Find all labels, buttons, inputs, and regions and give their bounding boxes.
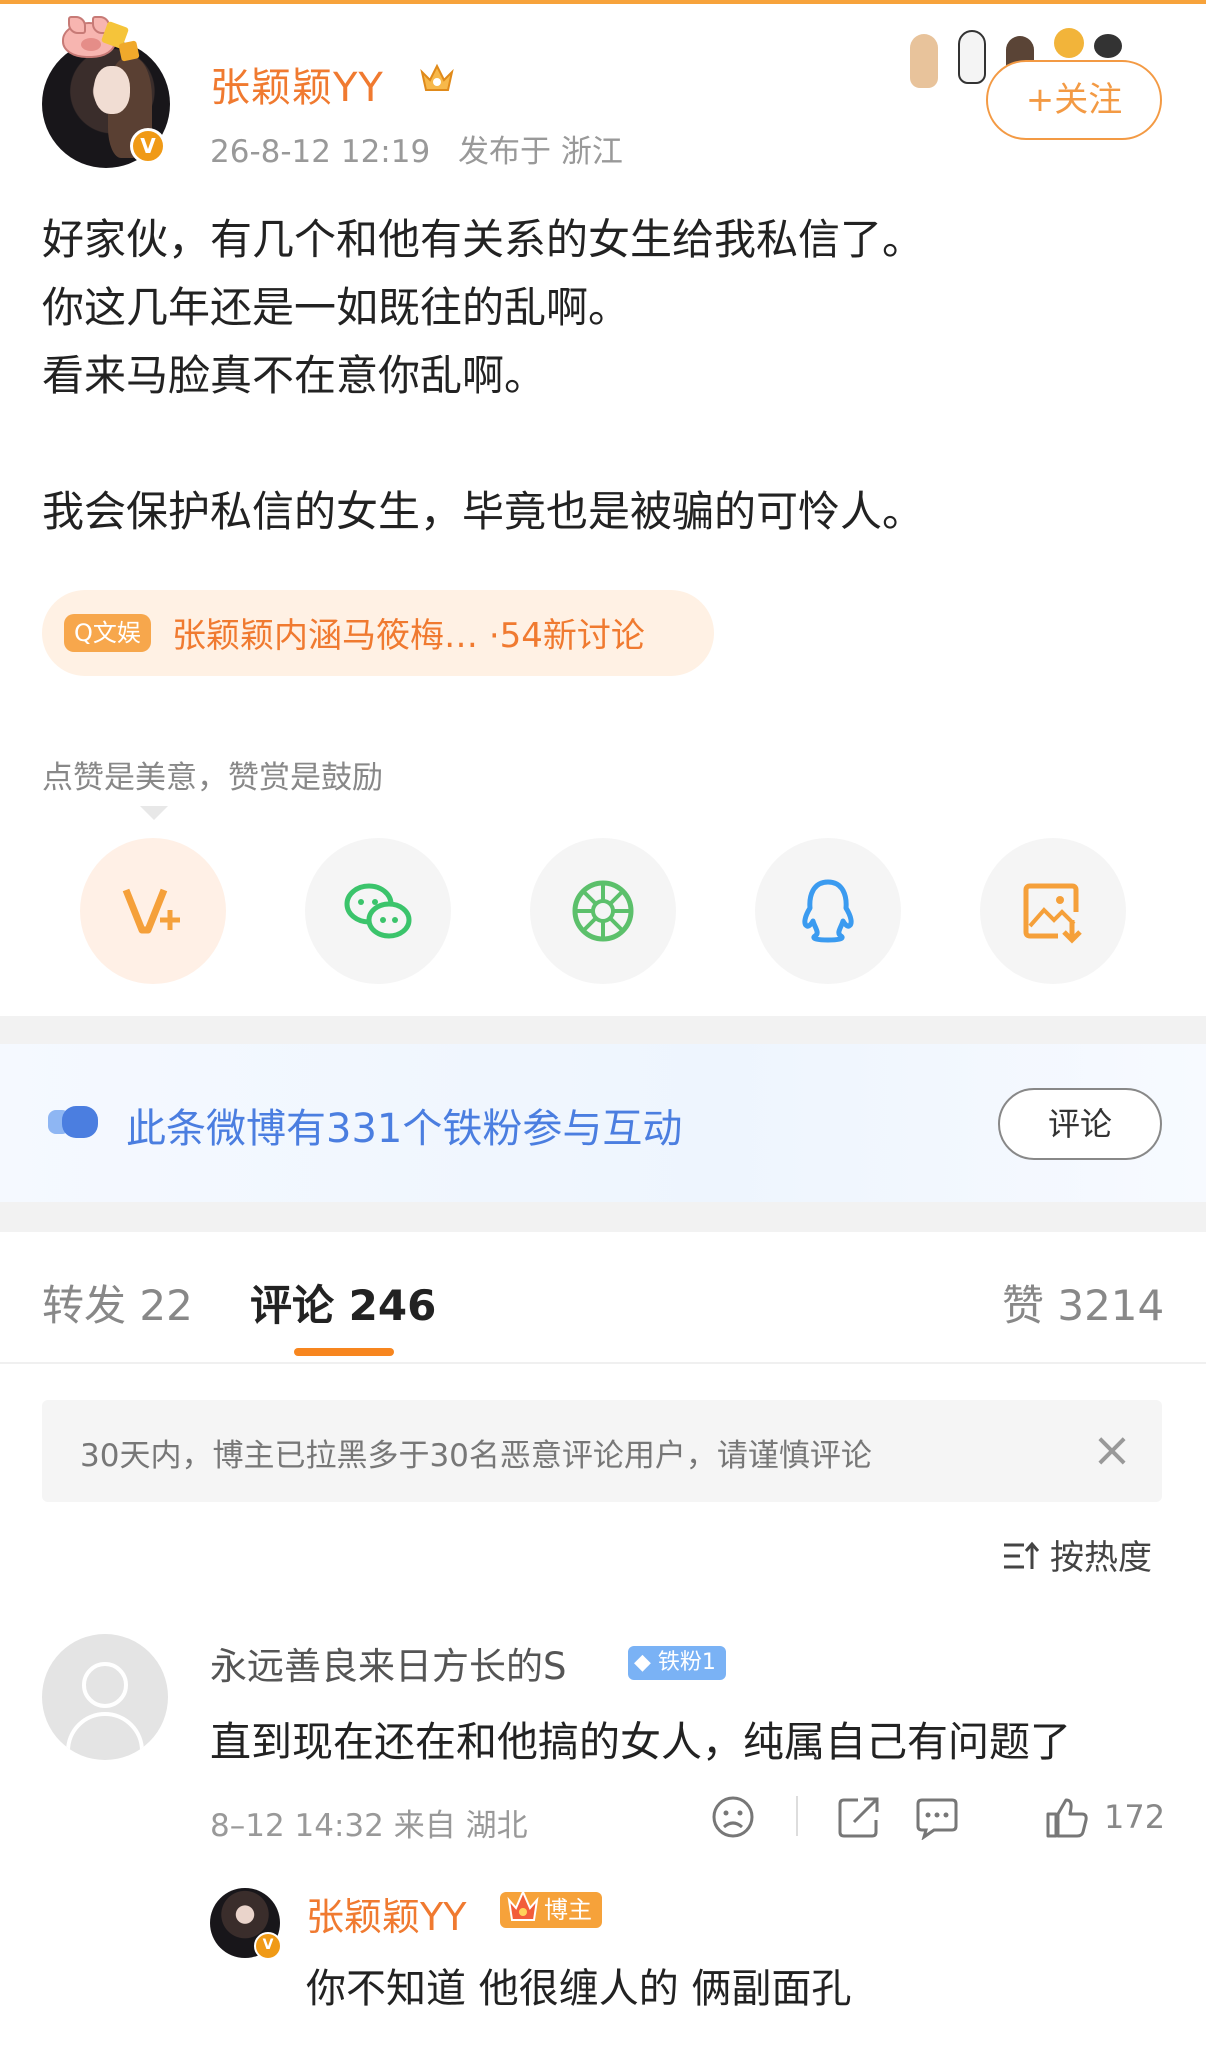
sort-label: 按热度 bbox=[1050, 1538, 1152, 1578]
comment-meta: 8–12 14:32 来自 湖北 bbox=[210, 1808, 528, 1844]
post-line: 你这几年还是一如既往的乱啊。 bbox=[42, 283, 631, 332]
like-thumb-icon[interactable] bbox=[1044, 1794, 1090, 1840]
post-line: 看来马脸真不在意你乱啊。 bbox=[42, 351, 547, 400]
commenter-avatar[interactable] bbox=[42, 1634, 168, 1760]
share-wechat-button[interactable] bbox=[305, 838, 451, 984]
reply-author-name[interactable]: 张颖颖YY bbox=[306, 1886, 466, 1941]
host-badge: 博主 bbox=[500, 1889, 602, 1928]
verified-v-icon: V bbox=[254, 1932, 282, 1960]
topic-title: 张颖颖内涵马筱梅… bbox=[172, 616, 478, 656]
reward-tip: 点赞是美意，赞赏是鼓励 bbox=[42, 760, 383, 796]
top-accent-line bbox=[0, 0, 1206, 4]
notice-text: 30天内，博主已拉黑多于30名恶意评论用户，请谨慎评论 bbox=[80, 1438, 872, 1474]
post-content: 好家伙，有几个和他有关系的女生给我私信了。 你这几年还是一如既往的乱啊。 看来马… bbox=[42, 206, 1162, 546]
tab-comment[interactable]: 评论 246 bbox=[250, 1272, 436, 1333]
iron-fan-badge: ◆ 铁粉1 bbox=[628, 1646, 726, 1680]
avatar-face bbox=[94, 66, 130, 114]
reply-icon[interactable] bbox=[914, 1794, 960, 1840]
like-count: 172 bbox=[1104, 1798, 1166, 1836]
active-tab-indicator bbox=[294, 1348, 394, 1356]
sticker-cube-icon-2 bbox=[118, 40, 140, 62]
share-moments-button[interactable] bbox=[530, 838, 676, 984]
comment-actions: 172 bbox=[710, 1786, 1170, 1850]
tab-repost[interactable]: 转发 22 bbox=[42, 1272, 193, 1333]
topic-category-tag: Q文娱 bbox=[64, 614, 151, 652]
sort-icon bbox=[1004, 1541, 1040, 1569]
comment-notice: 30天内，博主已拉黑多于30名恶意评论用户，请谨慎评论 × bbox=[42, 1400, 1162, 1502]
tip-arrow bbox=[140, 806, 168, 820]
reply-text: 你不知道 他很缠人的 俩副面孔 bbox=[306, 1966, 852, 2012]
action-divider bbox=[796, 1796, 798, 1836]
section-divider bbox=[0, 1016, 1206, 1044]
post-line: 我会保护私信的女生，毕竟也是被骗的可怜人。 bbox=[42, 487, 925, 536]
fan-badge-icon bbox=[48, 1106, 98, 1138]
commenter-name[interactable]: 永远善良来日方长的S bbox=[210, 1636, 567, 1690]
post-meta: 26-8-12 12:19 发布于 浙江 bbox=[210, 126, 641, 171]
share-row bbox=[80, 838, 1126, 984]
comment-text: 直到现在还在和他搞的女人，纯属自己有问题了 bbox=[210, 1718, 1071, 1766]
fan-banner-text: 此条微博有331个铁粉参与互动 bbox=[126, 1106, 683, 1152]
section-divider bbox=[0, 1202, 1206, 1232]
interaction-tabs: 转发 22 评论 246 赞 3214 bbox=[0, 1232, 1206, 1362]
banner-comment-button[interactable]: 评论 bbox=[998, 1088, 1162, 1160]
dislike-face-icon[interactable] bbox=[710, 1794, 756, 1840]
host-badge-label: 博主 bbox=[544, 1896, 592, 1924]
fan-badge-label: 铁粉1 bbox=[657, 1650, 716, 1675]
save-image-icon bbox=[1023, 883, 1082, 944]
topic-text: 张颖颖内涵马筱梅… ·54新讨论 bbox=[172, 608, 645, 657]
tabs-divider bbox=[0, 1362, 1206, 1364]
qq-icon bbox=[802, 879, 854, 943]
tab-like[interactable]: 赞 3214 bbox=[1002, 1272, 1164, 1333]
close-icon[interactable]: × bbox=[1082, 1420, 1142, 1480]
topic-count: ·54新讨论 bbox=[488, 616, 645, 656]
reward-button[interactable] bbox=[80, 838, 226, 984]
reply-author-avatar[interactable]: V bbox=[210, 1888, 282, 1960]
post-time: 26-8-12 12:19 bbox=[210, 134, 431, 170]
member-crown-icon bbox=[420, 63, 454, 91]
share-icon[interactable] bbox=[836, 1794, 882, 1840]
wechat-icon bbox=[344, 883, 412, 939]
post-line: 好家伙，有几个和他有关系的女生给我私信了。 bbox=[42, 215, 925, 264]
save-image-button[interactable] bbox=[980, 838, 1126, 984]
topic-chip[interactable]: Q文娱 张颖颖内涵马筱梅… ·54新讨论 bbox=[42, 590, 714, 676]
author-avatar[interactable]: V bbox=[42, 40, 170, 168]
reward-v-plus-icon bbox=[122, 888, 180, 934]
fan-interaction-banner: 此条微博有331个铁粉参与互动 评论 bbox=[0, 1044, 1206, 1202]
verified-v-icon: V bbox=[130, 128, 166, 164]
share-qq-button[interactable] bbox=[755, 838, 901, 984]
follow-button[interactable]: +关注 bbox=[986, 60, 1162, 140]
crown-icon bbox=[507, 1889, 539, 1921]
moments-icon bbox=[572, 880, 634, 942]
author-name[interactable]: 张颖颖YY bbox=[210, 55, 384, 113]
post-location: 发布于 浙江 bbox=[458, 134, 623, 170]
sort-button[interactable]: 按热度 bbox=[1002, 1530, 1152, 1580]
